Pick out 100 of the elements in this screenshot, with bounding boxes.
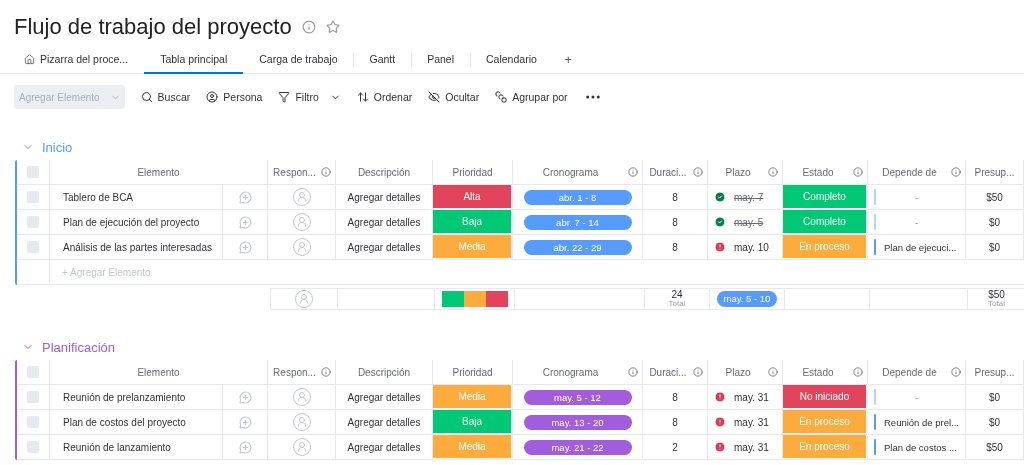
duration-value: 8	[672, 416, 678, 428]
add-update-icon[interactable]	[238, 415, 252, 429]
checkbox[interactable]	[27, 441, 39, 453]
toolbar-button[interactable]: Persona	[206, 91, 263, 103]
checkbox[interactable]	[27, 416, 39, 428]
checkbox[interactable]	[27, 216, 39, 228]
info-icon[interactable]	[853, 367, 863, 377]
dependency-text[interactable]: -	[914, 391, 919, 403]
dependency-text[interactable]: -	[914, 216, 919, 228]
info-icon[interactable]	[628, 367, 638, 377]
info-icon[interactable]	[321, 367, 331, 377]
group-title[interactable]: Planificación	[42, 339, 115, 355]
budget-value: $0	[988, 241, 1001, 253]
priority-label[interactable]: Alta	[433, 185, 511, 208]
item-name[interactable]: Análisis de las partes interesadas	[63, 241, 212, 253]
add-update-icon[interactable]	[238, 240, 252, 254]
timeline-pill[interactable]: may. 21 - 22	[523, 439, 632, 455]
column-header: Respon...	[272, 166, 317, 178]
column-header: Elemento	[137, 166, 180, 178]
column-header: Cronograma	[541, 166, 600, 178]
column-header: Duraci...	[648, 166, 688, 178]
info-icon[interactable]	[951, 367, 961, 377]
info-icon[interactable]	[693, 367, 703, 377]
info-icon[interactable]	[628, 167, 638, 177]
description-text[interactable]: Agregar detalles	[347, 241, 421, 253]
toolbar-button[interactable]: Ordenar	[356, 91, 413, 103]
column-header: Prioridad	[452, 166, 493, 178]
add-update-icon[interactable]	[238, 190, 252, 204]
item-name[interactable]: Plan de ejecución del proyecto	[63, 216, 200, 228]
hide-icon	[428, 91, 441, 103]
timeline-summary-pill: may. 5 - 10	[716, 291, 778, 307]
checkbox[interactable]	[27, 391, 39, 403]
duration-value: 8	[672, 241, 678, 253]
star-icon[interactable]	[325, 20, 340, 34]
checkbox[interactable]	[27, 191, 39, 203]
view-tab[interactable]: Calendario	[470, 46, 553, 74]
info-icon[interactable]	[301, 20, 316, 34]
add-update-icon[interactable]	[238, 390, 252, 404]
search-icon	[140, 91, 153, 103]
home-icon	[24, 53, 35, 65]
duration-value: 8	[672, 216, 678, 228]
item-name[interactable]: Tablero de BCA	[63, 191, 134, 203]
timeline-pill[interactable]: may. 5 - 12	[523, 389, 632, 405]
column-header: Respon...	[272, 366, 317, 378]
deadline-date: may. 5	[734, 216, 764, 228]
toolbar-button[interactable]: Agrupar por	[495, 91, 568, 103]
view-tab[interactable]: Pizarra del proce...	[8, 46, 145, 74]
duration-value: 8	[672, 191, 678, 203]
description-text[interactable]: Agregar detalles	[347, 416, 421, 428]
column-header: Presup...	[974, 166, 1015, 178]
description-text[interactable]: Agregar detalles	[347, 191, 421, 203]
item-name[interactable]: Reunión de lanzamiento	[63, 441, 171, 453]
column-header: Cronograma	[541, 366, 600, 378]
info-icon[interactable]	[951, 167, 961, 177]
info-icon[interactable]	[853, 167, 863, 177]
checkbox[interactable]	[27, 241, 39, 253]
dependency-text[interactable]: Plan de costos ...	[884, 441, 961, 453]
info-icon[interactable]	[768, 167, 778, 177]
duration-value: 8	[672, 391, 678, 403]
info-icon[interactable]	[321, 167, 331, 177]
dependency-text[interactable]: Plan de ejecuci...	[884, 241, 961, 253]
total-caption: Total	[988, 300, 1005, 308]
info-icon[interactable]	[768, 367, 778, 377]
description-text[interactable]: Agregar detalles	[347, 216, 421, 228]
column-header: Estado	[801, 366, 835, 378]
add-view-button[interactable]: +	[552, 46, 584, 73]
column-header: Descripción	[357, 366, 411, 378]
view-tab[interactable]: Panel	[411, 46, 470, 74]
toolbar-button[interactable]: Ocultar	[428, 91, 480, 103]
checkbox[interactable]	[27, 366, 39, 378]
deadline-date: may. 31	[734, 441, 769, 453]
toolbar-button[interactable]: Filtro	[278, 91, 341, 103]
add-update-icon[interactable]	[238, 440, 252, 454]
sort-icon	[356, 91, 369, 103]
status-label[interactable]: No iniciado	[783, 385, 866, 408]
description-text[interactable]: Agregar detalles	[347, 391, 421, 403]
view-tab[interactable]: Gantt	[353, 46, 412, 74]
timeline-pill[interactable]: may. 13 - 20	[523, 414, 632, 430]
toolbar-button[interactable]: Buscar	[140, 91, 191, 103]
column-header: Estado	[801, 166, 835, 178]
budget-value: $50	[986, 191, 1003, 203]
dependency-text[interactable]: Reunión de prel...	[884, 416, 961, 428]
deadline-date: may. 31	[734, 416, 769, 428]
priority-summary-bar	[441, 291, 508, 307]
description-text[interactable]: Agregar detalles	[347, 441, 421, 453]
budget-value: $0	[988, 391, 1001, 403]
view-tab[interactable]: Tabla principal	[144, 46, 244, 74]
group-icon	[495, 91, 508, 103]
person-icon	[206, 91, 219, 103]
budget-value: $0	[988, 216, 1001, 228]
column-header: Plazo	[724, 166, 752, 178]
item-name[interactable]: Plan de costos del proyecto	[63, 416, 186, 428]
view-tab[interactable]: Carga de trabajo	[243, 46, 354, 74]
item-name[interactable]: Reunión de prelanzamiento	[63, 391, 186, 403]
column-header: Presup...	[974, 366, 1015, 378]
dependency-text[interactable]: -	[914, 191, 919, 203]
info-icon[interactable]	[693, 167, 703, 177]
checkbox[interactable]	[27, 166, 39, 178]
add-update-icon[interactable]	[238, 215, 252, 229]
budget-total: $50	[988, 290, 1005, 300]
